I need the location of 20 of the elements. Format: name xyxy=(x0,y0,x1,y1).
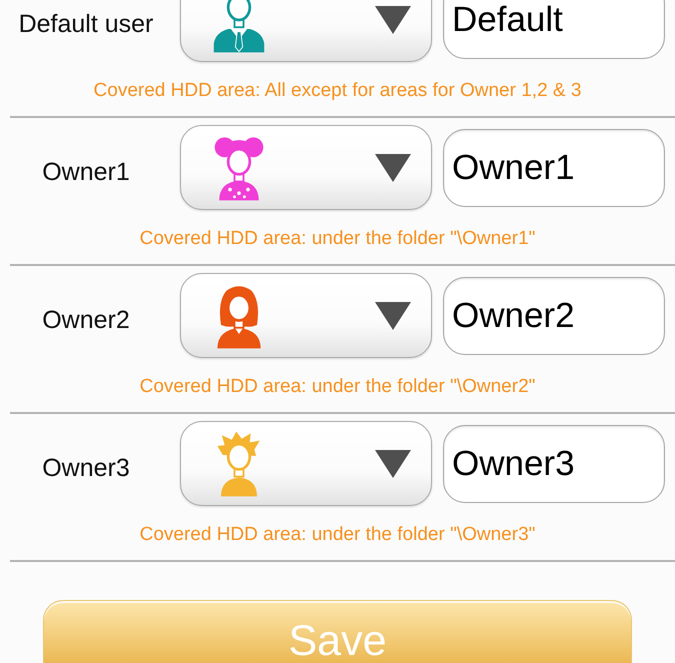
covered-area-note: Covered HDD area: under the folder "\Owner2" xyxy=(138,376,536,398)
user-label: Owner3 xyxy=(41,454,131,483)
avatar-dropdown[interactable] xyxy=(180,421,432,506)
caret-icon xyxy=(375,302,411,330)
caret-icon xyxy=(375,450,411,478)
name-field[interactable]: Owner2 xyxy=(443,276,665,354)
caret-icon xyxy=(375,154,411,182)
user-label: Owner1 xyxy=(41,158,131,187)
avatar-dropdown[interactable] xyxy=(180,0,432,62)
name-field[interactable]: Owner1 xyxy=(443,128,665,206)
name-field[interactable]: Default xyxy=(443,0,665,58)
avatar-dropdown[interactable] xyxy=(180,125,432,210)
user-label: Owner2 xyxy=(41,306,131,335)
covered-area-note: Covered HDD area: under the folder "\Owner3" xyxy=(138,524,536,546)
avatar-dropdown[interactable] xyxy=(180,273,432,358)
covered-area-note: Covered HDD area: All except for areas for Owner 1,2 & 3 xyxy=(92,80,582,102)
user-label: Default user xyxy=(18,10,154,39)
name-field[interactable]: Owner3 xyxy=(443,424,665,502)
covered-area-note: Covered HDD area: under the folder "\Owner1" xyxy=(138,228,536,250)
caret-icon xyxy=(375,6,411,34)
